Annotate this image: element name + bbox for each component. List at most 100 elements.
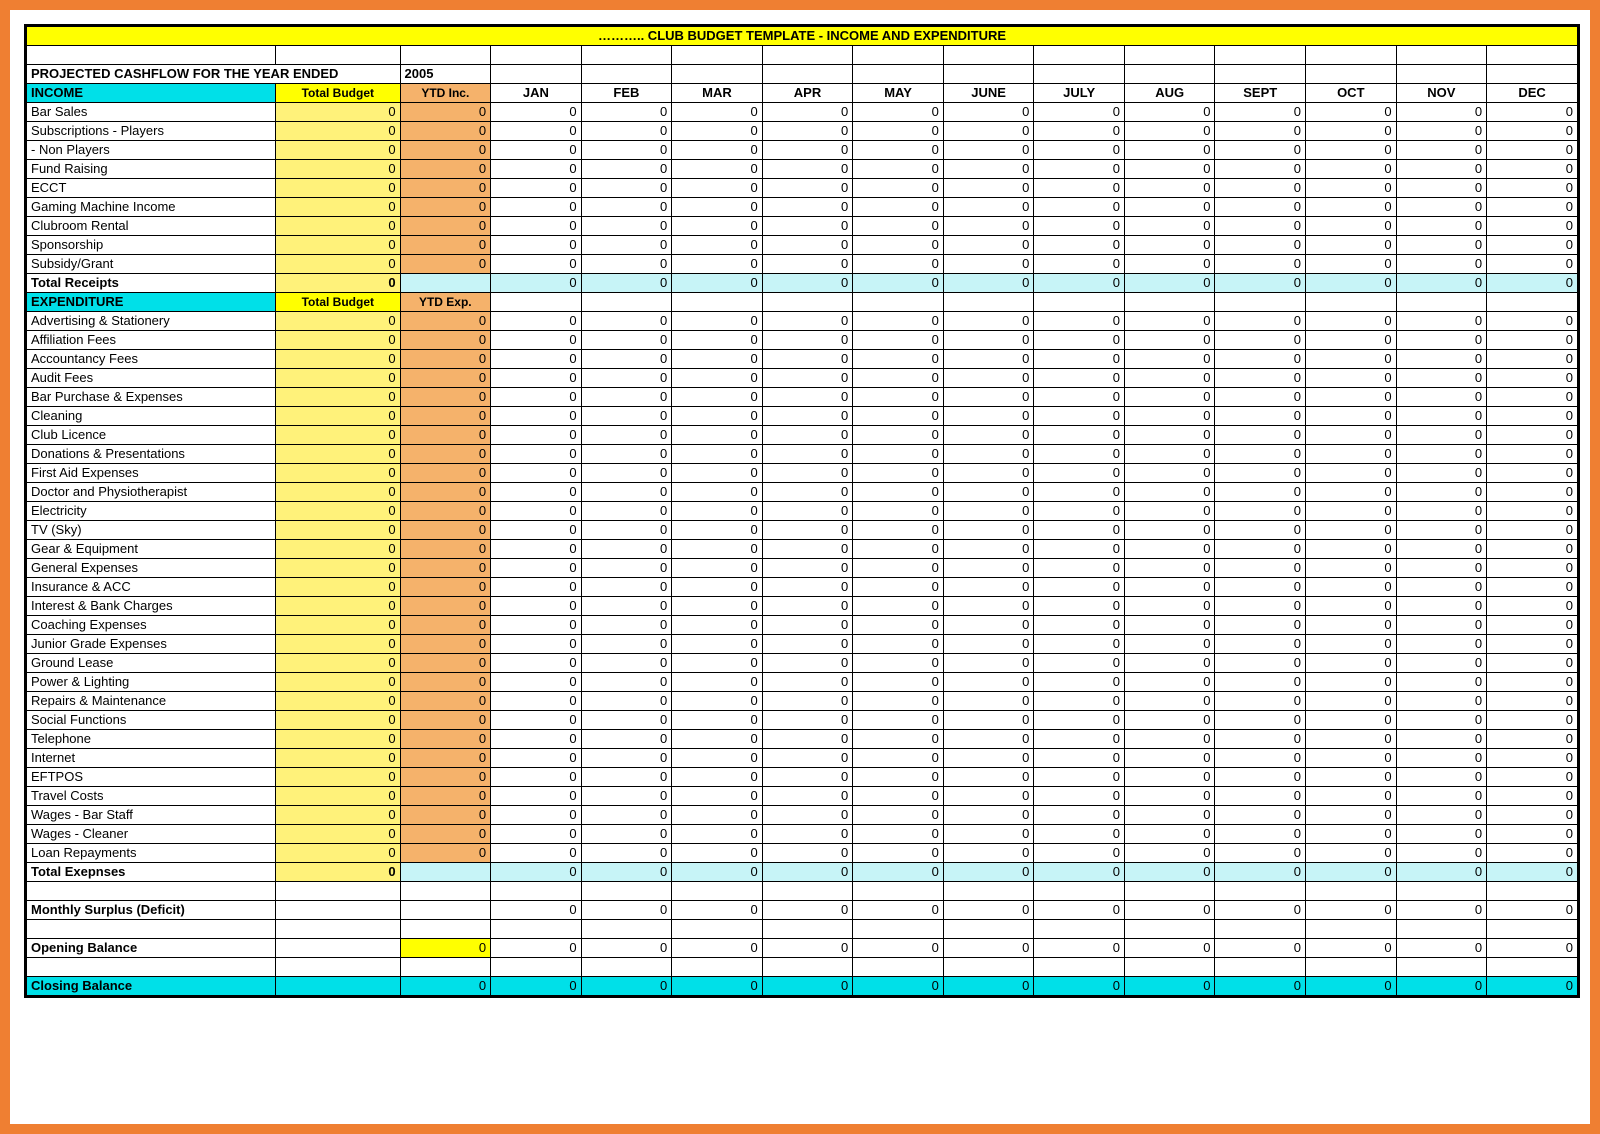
- cell-month[interactable]: 0: [672, 464, 763, 483]
- cell-month[interactable]: 0: [762, 692, 853, 711]
- cell-month[interactable]: 0: [853, 464, 944, 483]
- cell-month[interactable]: 0: [943, 787, 1034, 806]
- cell-ytd[interactable]: 0: [400, 768, 491, 787]
- cell-month[interactable]: 0: [1215, 787, 1306, 806]
- cell-month[interactable]: 0: [762, 749, 853, 768]
- cell-month[interactable]: 0: [491, 844, 582, 863]
- cell-total-budget[interactable]: 0: [276, 388, 401, 407]
- cell-month[interactable]: 0: [1034, 483, 1125, 502]
- cell-month[interactable]: 0: [853, 597, 944, 616]
- cell-ytd[interactable]: 0: [400, 730, 491, 749]
- cell[interactable]: [400, 901, 491, 920]
- cell-month[interactable]: 0: [672, 616, 763, 635]
- cell-month[interactable]: 0: [672, 692, 763, 711]
- cell-month[interactable]: 0: [1306, 426, 1397, 445]
- cell-month[interactable]: 0: [1215, 122, 1306, 141]
- cell-month[interactable]: 0: [672, 578, 763, 597]
- cell-total-budget[interactable]: 0: [276, 464, 401, 483]
- cell-month[interactable]: 0: [1124, 502, 1215, 521]
- cell-month[interactable]: 0: [853, 141, 944, 160]
- cell-month[interactable]: 0: [581, 635, 672, 654]
- cell-month[interactable]: 0: [581, 502, 672, 521]
- cell-month[interactable]: 0: [1124, 654, 1215, 673]
- cell-month[interactable]: 0: [1487, 635, 1578, 654]
- cell-month[interactable]: 0: [1215, 103, 1306, 122]
- cell-total-budget[interactable]: 0: [276, 616, 401, 635]
- cell-month[interactable]: 0: [1487, 597, 1578, 616]
- cell-month[interactable]: 0: [672, 806, 763, 825]
- cell-month[interactable]: 0: [1124, 407, 1215, 426]
- cell-month[interactable]: 0: [1215, 388, 1306, 407]
- cell-month[interactable]: 0: [1124, 749, 1215, 768]
- cell-total-budget[interactable]: 0: [276, 730, 401, 749]
- cell-month[interactable]: 0: [1034, 540, 1125, 559]
- cell-ytd[interactable]: 0: [400, 388, 491, 407]
- cell[interactable]: 0: [581, 901, 672, 920]
- cell[interactable]: 0: [1487, 274, 1578, 293]
- cell-month[interactable]: 0: [943, 426, 1034, 445]
- cell-month[interactable]: 0: [491, 483, 582, 502]
- cell-month[interactable]: 0: [1396, 673, 1487, 692]
- cell-month[interactable]: 0: [581, 749, 672, 768]
- cell-month[interactable]: 0: [1034, 388, 1125, 407]
- cell-month[interactable]: 0: [943, 312, 1034, 331]
- cell-month[interactable]: 0: [943, 369, 1034, 388]
- cell-month[interactable]: 0: [491, 141, 582, 160]
- cell[interactable]: 0: [853, 977, 944, 996]
- cell-month[interactable]: 0: [1215, 179, 1306, 198]
- cell[interactable]: 0: [491, 977, 582, 996]
- cell[interactable]: 0: [762, 977, 853, 996]
- cell-month[interactable]: 0: [943, 331, 1034, 350]
- cell-month[interactable]: 0: [672, 502, 763, 521]
- cell-month[interactable]: 0: [1124, 692, 1215, 711]
- cell-month[interactable]: 0: [1487, 160, 1578, 179]
- cell-month[interactable]: 0: [491, 787, 582, 806]
- cell[interactable]: 0: [491, 863, 582, 882]
- cell-month[interactable]: 0: [581, 160, 672, 179]
- cell-month[interactable]: 0: [672, 483, 763, 502]
- cell-month[interactable]: 0: [1215, 502, 1306, 521]
- cell-month[interactable]: 0: [1487, 426, 1578, 445]
- cell-month[interactable]: 0: [1306, 122, 1397, 141]
- cell-month[interactable]: 0: [762, 331, 853, 350]
- cell-month[interactable]: 0: [581, 350, 672, 369]
- cell-month[interactable]: 0: [1124, 597, 1215, 616]
- cell-month[interactable]: 0: [1396, 730, 1487, 749]
- cell-month[interactable]: 0: [1124, 445, 1215, 464]
- cell-month[interactable]: 0: [762, 787, 853, 806]
- cell-month[interactable]: 0: [943, 692, 1034, 711]
- cell-month[interactable]: 0: [1034, 597, 1125, 616]
- cell-month[interactable]: 0: [1215, 673, 1306, 692]
- cell-month[interactable]: 0: [762, 578, 853, 597]
- cell-month[interactable]: 0: [1034, 673, 1125, 692]
- cell-month[interactable]: 0: [581, 464, 672, 483]
- cell-ytd[interactable]: 0: [400, 806, 491, 825]
- cell-month[interactable]: 0: [943, 160, 1034, 179]
- cell-month[interactable]: 0: [491, 730, 582, 749]
- cell-month[interactable]: 0: [762, 388, 853, 407]
- cell-month[interactable]: 0: [491, 521, 582, 540]
- cell-month[interactable]: 0: [672, 331, 763, 350]
- cell-month[interactable]: 0: [1215, 407, 1306, 426]
- cell-month[interactable]: 0: [672, 236, 763, 255]
- cell-total-budget[interactable]: 0: [276, 350, 401, 369]
- cell[interactable]: 0: [1124, 274, 1215, 293]
- cell-month[interactable]: 0: [1124, 825, 1215, 844]
- cell-month[interactable]: 0: [581, 787, 672, 806]
- cell[interactable]: 0: [1306, 863, 1397, 882]
- cell-month[interactable]: 0: [943, 540, 1034, 559]
- cell-month[interactable]: 0: [1487, 806, 1578, 825]
- cell[interactable]: 0: [672, 863, 763, 882]
- cell-month[interactable]: 0: [1396, 654, 1487, 673]
- cell-month[interactable]: 0: [672, 445, 763, 464]
- cell-month[interactable]: 0: [943, 236, 1034, 255]
- cell-month[interactable]: 0: [1124, 122, 1215, 141]
- cell-ytd[interactable]: 0: [400, 825, 491, 844]
- cell-month[interactable]: 0: [1396, 236, 1487, 255]
- cell[interactable]: 0: [1396, 901, 1487, 920]
- cell-month[interactable]: 0: [1215, 331, 1306, 350]
- cell-month[interactable]: 0: [1215, 749, 1306, 768]
- cell-total-budget[interactable]: 0: [276, 654, 401, 673]
- cell-month[interactable]: 0: [853, 787, 944, 806]
- cell-month[interactable]: 0: [1124, 217, 1215, 236]
